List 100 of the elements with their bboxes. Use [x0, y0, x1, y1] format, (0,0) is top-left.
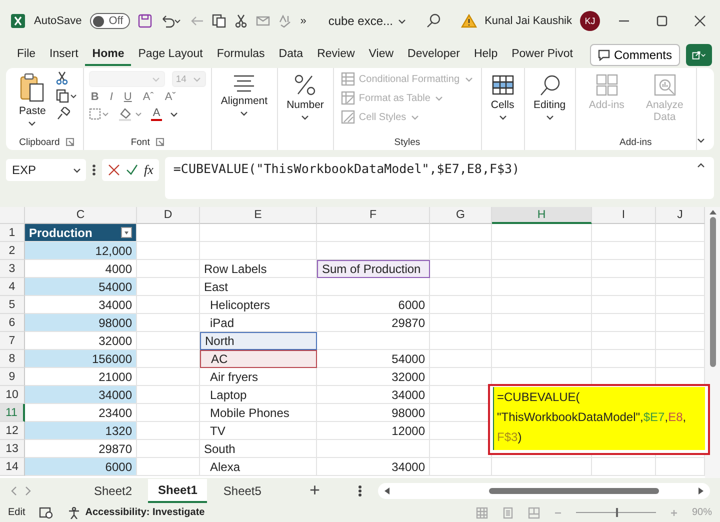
paste-button[interactable]: Paste	[15, 71, 50, 129]
autosave-toggle[interactable]: Off	[90, 13, 130, 29]
share-button[interactable]	[686, 44, 712, 66]
cells-button[interactable]: Cells	[486, 71, 519, 123]
table-cell: 98000	[25, 314, 137, 332]
column-header[interactable]: C	[25, 207, 137, 224]
row-header[interactable]: 8	[0, 350, 25, 368]
row-header[interactable]: 4	[0, 278, 25, 296]
column-header[interactable]: E	[200, 207, 317, 224]
collapse-icon[interactable]	[696, 161, 706, 169]
menu-tab[interactable]: File	[10, 44, 43, 66]
search-icon[interactable]	[426, 13, 442, 29]
menu-tab[interactable]: Insert	[42, 44, 86, 66]
scissors-icon[interactable]	[234, 14, 248, 28]
table-cell	[137, 314, 200, 332]
table-cell	[430, 314, 492, 332]
borders-icon[interactable]	[88, 108, 111, 120]
scroll-left-icon[interactable]	[384, 486, 390, 494]
menu-tab[interactable]: Power Pivot	[504, 44, 580, 66]
sheet-tab[interactable]: Sheet1	[148, 478, 208, 502]
filter-dropdown-button[interactable]	[121, 227, 132, 238]
editing-button[interactable]: Editing	[530, 71, 570, 123]
table-cell	[592, 260, 656, 278]
dialog-launcher-icon[interactable]	[66, 138, 74, 146]
column-header[interactable]: H	[492, 207, 592, 224]
more-options-icon[interactable]	[92, 164, 96, 176]
column-header[interactable]: J	[656, 207, 705, 224]
column-header[interactable]: G	[430, 207, 492, 224]
copy-icon[interactable]	[212, 14, 226, 28]
menu-tab[interactable]: Help	[466, 44, 505, 66]
dialog-launcher-icon[interactable]	[156, 138, 164, 146]
table-cell	[137, 422, 200, 440]
column-header[interactable]: D	[137, 207, 200, 224]
row-header[interactable]: 2	[0, 242, 25, 260]
group-label: Add-ins	[620, 136, 652, 148]
paintbrush-icon[interactable]	[56, 107, 70, 121]
fill-bucket-icon[interactable]	[118, 107, 144, 121]
menu-tab[interactable]: Review	[310, 44, 362, 66]
macro-recording-icon[interactable]	[39, 506, 54, 518]
zoom-slider-thumb[interactable]	[616, 508, 618, 517]
magnifier-icon	[538, 73, 562, 97]
column-header[interactable]: I	[592, 207, 656, 224]
menu-tab[interactable]: Developer	[400, 44, 467, 66]
horizontal-scrollbar-thumb[interactable]	[489, 488, 659, 494]
save-icon[interactable]	[138, 14, 152, 28]
row-header[interactable]: 5	[0, 296, 25, 314]
accessibility-status[interactable]: Accessibility: Investigate	[85, 507, 205, 518]
table-cell	[592, 296, 656, 314]
row-header[interactable]: 14	[0, 458, 25, 476]
menu-tab[interactable]: View	[362, 44, 401, 66]
row-header[interactable]: 3	[0, 260, 25, 278]
menu-tab[interactable]: Home	[85, 44, 132, 66]
comments-button[interactable]: Comments	[590, 44, 680, 66]
caret-icon	[124, 230, 129, 234]
sheet-tab[interactable]: Sheet2	[84, 478, 142, 502]
cancel-icon[interactable]	[108, 164, 120, 176]
row-header[interactable]: 6	[0, 314, 25, 332]
clipboard-icon	[19, 73, 46, 103]
menu-tab[interactable]: Page Layout	[131, 44, 210, 66]
more-options-icon[interactable]	[358, 484, 362, 496]
table-cell	[592, 224, 656, 242]
number-button[interactable]: Number	[282, 71, 328, 123]
table-cell	[430, 278, 492, 296]
row-header[interactable]: 13	[0, 440, 25, 458]
sheet-tab[interactable]: Sheet5	[213, 478, 272, 502]
menu-tab[interactable]: Formulas	[210, 44, 272, 66]
formula-input[interactable]: =CUBEVALUE("ThisWorkbookDataModel",$E7,E8,F$3)	[165, 157, 714, 199]
add-sheet-button[interactable]: +	[303, 480, 326, 501]
expand-ribbon-icon[interactable]	[696, 136, 706, 144]
undo-icon[interactable]	[160, 14, 182, 28]
name-box[interactable]: EXP	[6, 159, 86, 181]
close-icon[interactable]	[694, 15, 706, 27]
warning-icon[interactable]	[460, 14, 477, 28]
table-cell: Mobile Phones	[200, 404, 317, 422]
vertical-scrollbar-thumb[interactable]	[710, 217, 716, 367]
enter-icon[interactable]	[126, 164, 138, 176]
scissors-icon[interactable]	[56, 71, 68, 85]
row-header[interactable]: 9	[0, 368, 25, 386]
insert-function-button[interactable]: fx	[144, 162, 154, 178]
caret-icon	[192, 75, 202, 83]
table-cell	[137, 260, 200, 278]
row-header[interactable]: 7	[0, 332, 25, 350]
scroll-up-icon[interactable]	[708, 209, 716, 215]
user-avatar[interactable]: KJ	[580, 11, 600, 31]
file-name-dropdown[interactable]: cube exce...	[328, 14, 408, 28]
row-header[interactable]: 1	[0, 224, 25, 242]
overflow-button[interactable]: »	[300, 15, 306, 27]
group-label: Clipboard	[19, 136, 60, 148]
row-header[interactable]: 11	[0, 404, 25, 422]
column-header[interactable]: F	[317, 207, 430, 224]
row-header[interactable]: 10	[0, 386, 25, 404]
row-header[interactable]: 12	[0, 422, 25, 440]
copy-icon[interactable]	[56, 89, 78, 103]
accessibility-icon[interactable]	[67, 506, 82, 518]
maximize-icon[interactable]	[656, 15, 668, 27]
caret-icon	[544, 113, 555, 121]
table-cell: TV	[200, 422, 317, 440]
scroll-right-icon[interactable]	[698, 486, 704, 494]
menu-tab[interactable]: Data	[272, 44, 310, 66]
alignment-button[interactable]: Alignment	[216, 71, 272, 119]
